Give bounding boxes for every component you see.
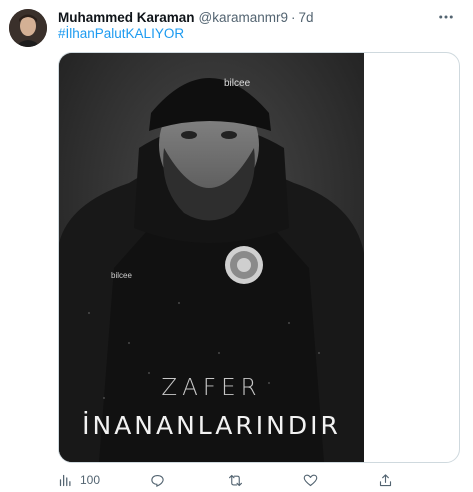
quote-line-2: İNANANLARINDIR [82,411,341,440]
reply-bubble-icon [151,474,164,487]
views-button[interactable]: 100 [58,470,100,490]
retweet-button[interactable] [228,470,243,490]
club-crest [225,246,263,284]
reply-button[interactable] [150,470,165,490]
like-button[interactable] [303,470,318,490]
tweet-header: Muhammed Karaman @karamanmr9 · 7d [58,9,433,25]
hashtag-link[interactable]: #İlhanPalutKALIYOR [58,26,184,41]
tweet-actions: 100 [58,470,458,490]
heart-icon [303,474,318,486]
retweet-icon [229,474,242,486]
tweet-photo: bilcee bilcee ZAFER İNANANLARINDIR [59,53,364,462]
avatar[interactable] [9,9,47,47]
tweet-media[interactable]: bilcee bilcee ZAFER İNANANLARINDIR [58,52,460,463]
separator-dot: · [291,9,296,25]
timestamp[interactable]: 7d [299,10,314,25]
display-name[interactable]: Muhammed Karaman [58,10,195,25]
quote-line-1: ZAFER [161,375,262,401]
share-button[interactable] [378,470,393,490]
views-count: 100 [80,473,101,487]
chest-logo-text: bilcee [111,271,132,280]
user-handle[interactable]: @karamanmr9 [199,10,288,25]
more-horizontal-icon[interactable] [437,8,455,26]
analytics-bars-icon [59,474,71,486]
share-upload-icon [379,473,392,486]
tweet[interactable]: Muhammed Karaman @karamanmr9 · 7d #İlhan… [0,0,473,492]
beanie-logo-text: bilcee [224,78,251,89]
